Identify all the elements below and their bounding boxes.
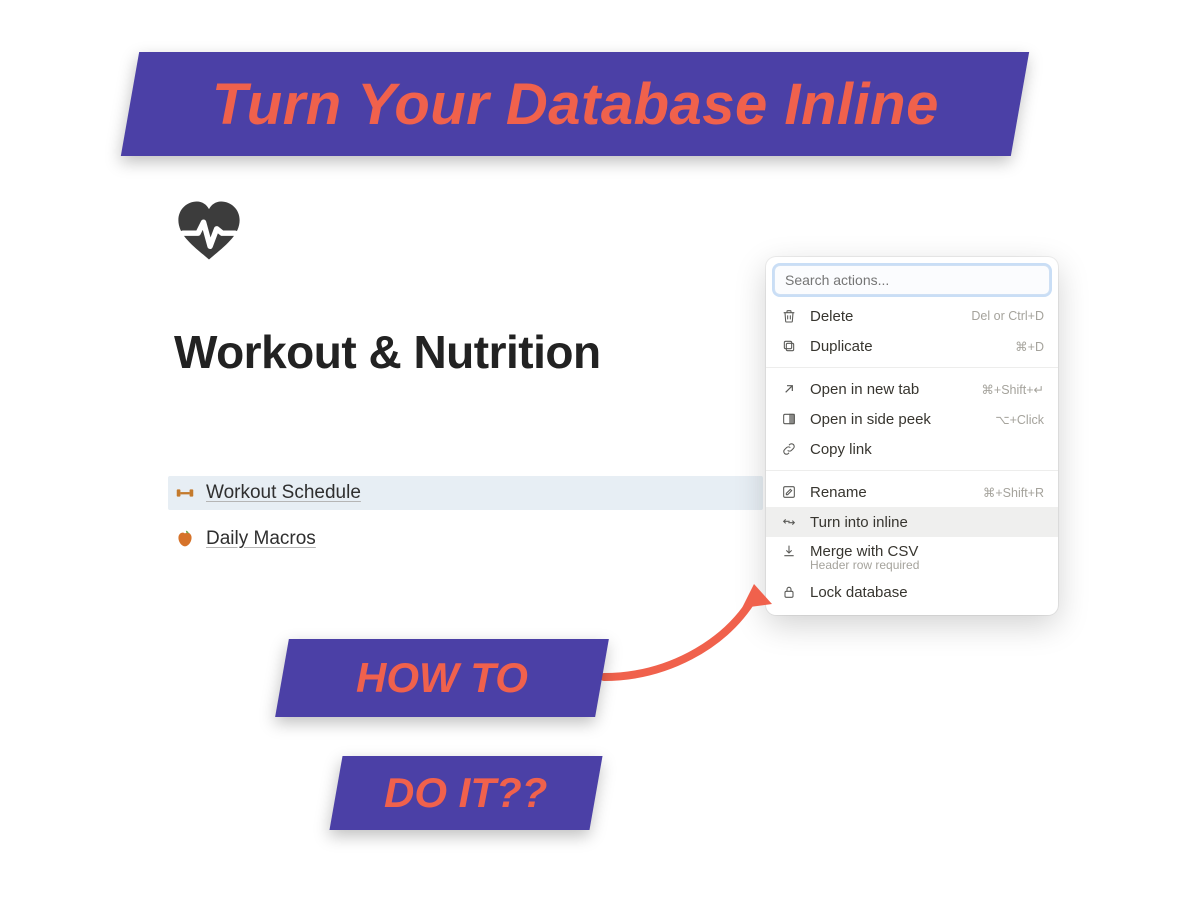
- menu-item-open-side-peek[interactable]: Open in side peek ⌥+Click: [766, 404, 1058, 434]
- menu-item-label: Merge with CSV: [810, 543, 1044, 560]
- page-link-workout-schedule[interactable]: Workout Schedule: [168, 476, 763, 510]
- arrow-up-right-icon: [780, 380, 798, 398]
- callout-arrow: [594, 582, 784, 692]
- menu-item-copy-link[interactable]: Copy link: [766, 434, 1058, 464]
- menu-item-shortcut: ⌘+Shift+↵: [981, 382, 1044, 397]
- menu-item-label: Open in side peek: [810, 411, 983, 428]
- title-banner-text: Turn Your Database Inline: [212, 71, 939, 138]
- menu-item-label: Open in new tab: [810, 381, 969, 398]
- menu-item-turn-into-inline[interactable]: Turn into inline: [766, 507, 1058, 537]
- menu-item-label: Rename: [810, 484, 971, 501]
- page-links: Workout Schedule Daily Macros: [168, 476, 763, 556]
- menu-item-open-new-tab[interactable]: Open in new tab ⌘+Shift+↵: [766, 374, 1058, 404]
- doit-banner: DO IT??: [329, 756, 602, 830]
- menu-divider: [766, 470, 1058, 471]
- menu-divider: [766, 367, 1058, 368]
- menu-item-lock-database[interactable]: Lock database: [766, 577, 1058, 607]
- menu-item-label: Turn into inline: [810, 514, 1032, 531]
- page-link-label: Daily Macros: [206, 528, 316, 550]
- title-banner: Turn Your Database Inline: [121, 52, 1029, 156]
- side-peek-icon: [780, 410, 798, 428]
- rename-icon: [780, 483, 798, 501]
- menu-item-sublabel: Header row required: [780, 558, 1044, 572]
- menu-item-duplicate[interactable]: Duplicate ⌘+D: [766, 331, 1058, 361]
- duplicate-icon: [780, 337, 798, 355]
- turn-into-icon: [780, 513, 798, 531]
- howto-banner-text: HOW TO: [356, 654, 528, 702]
- trash-icon: [780, 307, 798, 325]
- menu-item-label: Duplicate: [810, 338, 1003, 355]
- menu-item-label: Lock database: [810, 584, 1032, 601]
- search-actions-input[interactable]: [774, 265, 1050, 295]
- menu-item-shortcut: ⌘+D: [1015, 339, 1044, 354]
- apple-icon: [174, 528, 196, 550]
- menu-item-label: Delete: [810, 308, 959, 325]
- howto-banner: HOW TO: [275, 639, 609, 717]
- menu-item-merge-csv[interactable]: Merge with CSV Header row required: [766, 537, 1058, 577]
- dumbbell-icon: [174, 482, 196, 504]
- page-title: Workout & Nutrition: [174, 325, 601, 379]
- menu-item-shortcut: ⌘+Shift+R: [983, 485, 1044, 500]
- link-icon: [780, 440, 798, 458]
- menu-item-shortcut: ⌥+Click: [995, 412, 1044, 427]
- menu-item-shortcut: Del or Ctrl+D: [971, 309, 1044, 323]
- context-menu: Delete Del or Ctrl+D Duplicate ⌘+D Open …: [766, 257, 1058, 615]
- menu-item-delete[interactable]: Delete Del or Ctrl+D: [766, 301, 1058, 331]
- doit-banner-text: DO IT??: [384, 769, 547, 817]
- page-link-daily-macros[interactable]: Daily Macros: [168, 522, 763, 556]
- menu-item-rename[interactable]: Rename ⌘+Shift+R: [766, 477, 1058, 507]
- page-link-label: Workout Schedule: [206, 482, 361, 504]
- menu-item-label: Copy link: [810, 441, 1032, 458]
- heart-pulse-icon: [174, 196, 244, 266]
